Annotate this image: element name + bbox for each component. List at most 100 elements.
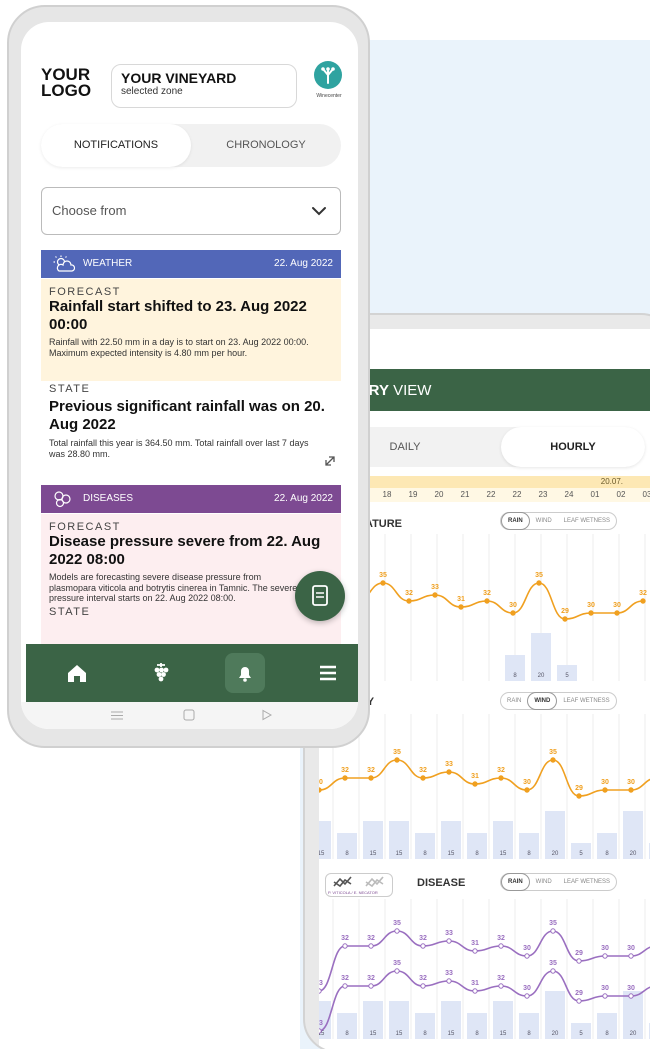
point-label: 30 [523, 945, 531, 952]
system-home-icon[interactable] [183, 709, 195, 721]
point-label: 31 [457, 596, 465, 603]
bar-label: 20 [630, 1031, 637, 1037]
rain-toggle[interactable]: RAIN [501, 698, 527, 704]
data-point [498, 775, 504, 781]
chevron-down-icon [312, 207, 326, 216]
nav-notifications[interactable] [225, 653, 265, 693]
data-point [640, 598, 646, 604]
grapes-icon [154, 663, 169, 682]
nav-vineyard[interactable] [141, 653, 181, 693]
point-label: 30 [627, 945, 635, 952]
diseases-card-date: 22. Aug 2022 [274, 493, 333, 504]
rain-toggle[interactable]: RAIN [501, 512, 530, 530]
wind-toggle[interactable]: WIND [530, 518, 558, 524]
leaf-wetness-toggle[interactable]: LEAF WETNESS [557, 698, 615, 704]
notifications-screen: YOUR LOGO YOUR VINEYARD selected zone Wi… [21, 22, 358, 729]
point-label: 32 [483, 590, 491, 597]
point-label: 30 [509, 602, 517, 609]
bar-label: 15 [448, 1031, 455, 1037]
data-point [432, 592, 438, 598]
data-point [524, 787, 530, 793]
data-point [628, 993, 634, 999]
data-point [446, 978, 452, 984]
weather-forecast-title: Rainfall start shifted to 23. Aug 2022 0… [49, 298, 307, 333]
point-label: 32 [367, 975, 375, 982]
nav-menu[interactable] [308, 653, 348, 693]
data-point [420, 775, 426, 781]
data-point [602, 993, 608, 999]
bar-label: 15 [500, 851, 507, 857]
weather-card-title: WEATHER [83, 258, 133, 269]
point-label: 29 [575, 950, 583, 957]
data-point [628, 953, 634, 959]
point-label: 32 [419, 975, 427, 982]
point-label: 32 [419, 935, 427, 942]
bar-label: 15 [448, 851, 455, 857]
point-label: 35 [393, 960, 401, 967]
data-point [536, 580, 542, 586]
data-point [550, 928, 556, 934]
weather-state-desc: Total rainfall this year is 364.50 mm. T… [49, 438, 309, 459]
wind-toggle[interactable]: WIND [527, 692, 558, 710]
point-label: 32 [419, 767, 427, 774]
point-label: 32 [341, 767, 349, 774]
point-label: 33 [445, 930, 453, 937]
data-point [484, 598, 490, 604]
system-nav-bar [21, 702, 358, 729]
tab-chronology[interactable]: CHRONOLOGY [191, 124, 341, 167]
data-point [524, 953, 530, 959]
system-menu-icon[interactable] [111, 711, 123, 720]
logo-line2: LOGO [41, 81, 92, 100]
point-label: 30 [601, 985, 609, 992]
weather-card-date: 22. Aug 2022 [274, 258, 333, 269]
point-label: 32 [497, 975, 505, 982]
system-back-icon[interactable] [262, 709, 273, 721]
data-point [368, 983, 374, 989]
weather-state-title: Previous significant rainfall was on 20.… [49, 398, 325, 433]
diseases-forecast-label: FORECAST [49, 521, 121, 533]
data-point [588, 610, 594, 616]
data-point [368, 775, 374, 781]
point-label: 30 [523, 779, 531, 786]
bar-label: 15 [396, 1031, 403, 1037]
leaf-wetness-toggle[interactable]: LEAF WETNESS [558, 518, 616, 524]
point-label: 30 [601, 779, 609, 786]
expand-icon[interactable] [323, 454, 337, 468]
diseases-card-header[interactable]: DISEASES 22. Aug 2022 [41, 485, 341, 513]
data-point [576, 998, 582, 1004]
point-label: 32 [497, 767, 505, 774]
nav-home[interactable] [57, 653, 97, 693]
point-label: 32 [497, 935, 505, 942]
data-point [498, 983, 504, 989]
report-fab-button[interactable] [295, 571, 345, 621]
disease-model-switch[interactable]: P. VITICOLA / E. NECATOR [325, 873, 393, 897]
wind-toggle[interactable]: WIND [530, 879, 558, 885]
data-point [550, 757, 556, 763]
data-point [446, 769, 452, 775]
data-point [420, 943, 426, 949]
point-label: 32 [341, 975, 349, 982]
point-label: 23 [319, 1020, 323, 1027]
tab-notifications[interactable]: NOTIFICATIONS [41, 124, 191, 167]
filter-select[interactable]: Choose from [41, 187, 341, 235]
point-label: 35 [393, 749, 401, 756]
menu-icon [320, 665, 336, 681]
point-label: 35 [549, 920, 557, 927]
leaf-wetness-toggle[interactable]: LEAF WETNESS [558, 879, 616, 885]
point-label: 33 [445, 761, 453, 768]
point-label: 30 [587, 602, 595, 609]
disease-title: DISEASE [417, 877, 466, 889]
rain-toggle[interactable]: RAIN [501, 873, 530, 891]
vineyard-selector[interactable]: YOUR VINEYARD selected zone [111, 64, 297, 108]
main-tabs: NOTIFICATIONS CHRONOLOGY [41, 124, 341, 167]
weather-forecast-desc: Rainfall with 22.50 mm in a day is to st… [49, 337, 309, 358]
data-point [576, 958, 582, 964]
data-point [342, 775, 348, 781]
weather-card-header[interactable]: WEATHER 22. Aug 2022 [41, 250, 341, 278]
point-label: 35 [393, 920, 401, 927]
point-label: 30 [319, 779, 323, 786]
data-point [550, 968, 556, 974]
data-point [319, 988, 322, 994]
diseases-forecast-desc: Models are forecasting severe disease pr… [49, 572, 301, 603]
brand-name: Winecenter [316, 93, 342, 99]
